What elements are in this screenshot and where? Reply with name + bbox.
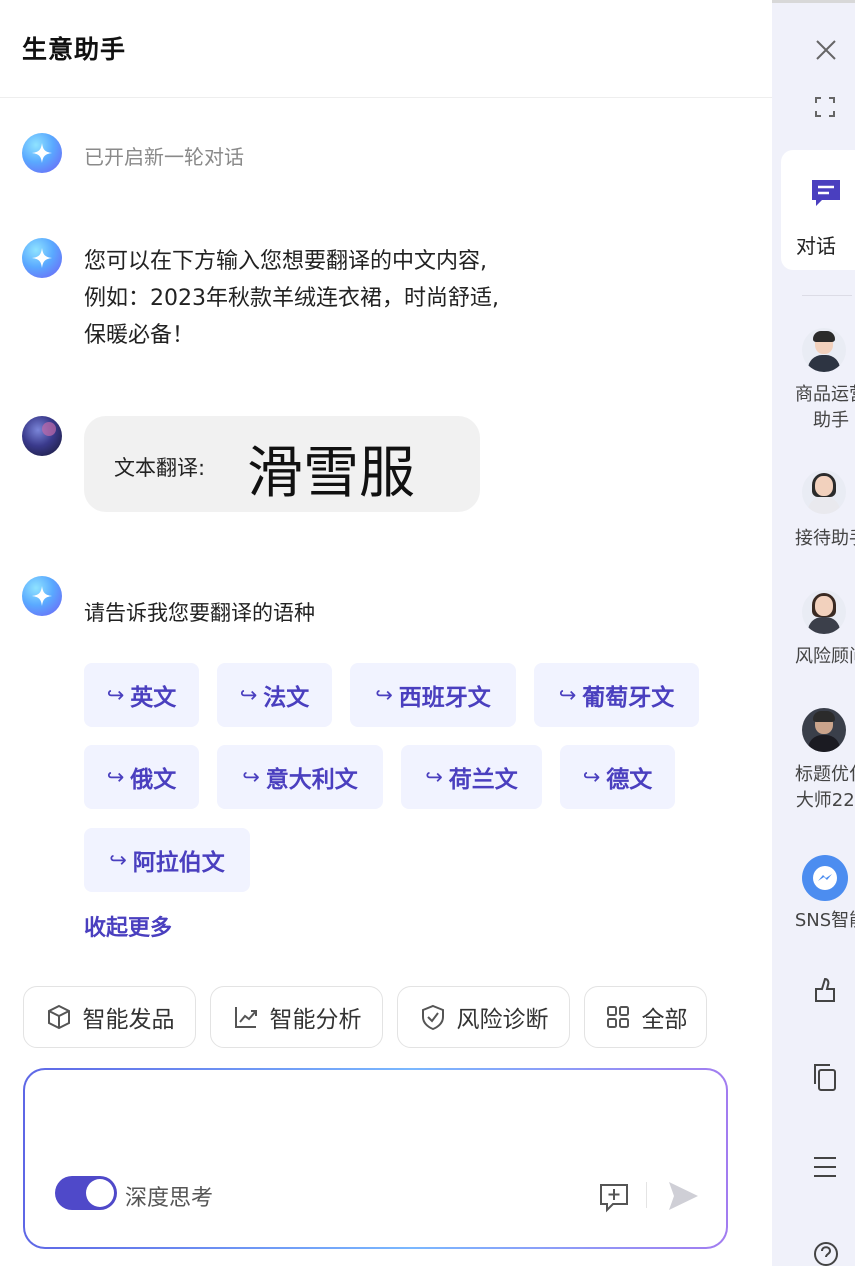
language-option-english[interactable]: ↪ 英文: [84, 663, 199, 727]
right-sidebar: 对话 商品运营 助手 接待助手 风险顾问 标题优化 大师222 SNS智能: [772, 0, 855, 1266]
chart-trend-icon: [234, 1007, 257, 1028]
deep-think-label: 深度思考: [125, 1186, 214, 1211]
reply-arrow-icon: ↪: [558, 683, 577, 707]
deep-think-toggle[interactable]: [55, 1176, 117, 1210]
message-input-box[interactable]: 深度思考: [23, 1068, 728, 1249]
agent-avatar-risk-advisor[interactable]: [802, 590, 846, 634]
header: 生意助手: [0, 0, 772, 98]
divider: [772, 0, 855, 3]
agent-label-line: SNS智能: [794, 910, 855, 931]
agent-label-line: 标题优化: [795, 764, 855, 785]
language-option-label: 意大利文: [265, 767, 358, 793]
assistant-message: 您可以在下方输入您想要翻译的中文内容, 例如：2023年秋款羊绒连衣裙，时尚舒适…: [84, 243, 644, 354]
sparkle-icon: [32, 586, 52, 606]
sparkle-icon: [32, 248, 52, 268]
agent-label[interactable]: SNS智能: [786, 908, 855, 934]
agent-label-line: 接待助手: [795, 528, 855, 549]
toggle-knob: [86, 1179, 114, 1207]
language-option-russian[interactable]: ↪ 俄文: [84, 745, 199, 809]
language-option-label: 西班牙文: [398, 685, 491, 711]
sparkle-icon: [32, 143, 52, 163]
language-option-arabic[interactable]: ↪ 阿拉伯文: [84, 828, 250, 892]
grid-icon: [606, 1006, 629, 1028]
cube-icon: [47, 1004, 70, 1030]
agent-label[interactable]: 风险顾问: [786, 644, 855, 670]
agent-label-line: 大师222: [795, 790, 855, 811]
language-option-label: 德文: [606, 767, 653, 793]
assistant-avatar: [22, 133, 62, 173]
reply-arrow-icon: ↪: [106, 765, 125, 789]
language-option-label: 法文: [263, 685, 310, 711]
agent-avatar-product-ops[interactable]: [802, 328, 846, 372]
agent-avatar-reception[interactable]: [802, 470, 846, 514]
reply-arrow-icon: ↪: [106, 683, 125, 707]
language-option-italian[interactable]: ↪ 意大利文: [217, 745, 383, 809]
reply-arrow-icon: ↪: [239, 683, 258, 707]
reply-arrow-icon: ↪: [375, 683, 393, 707]
fullscreen-icon[interactable]: [814, 96, 836, 118]
assistant-avatar: [22, 576, 62, 616]
copy-icon[interactable]: [812, 1062, 838, 1092]
language-option-label: 阿拉伯文: [132, 850, 225, 876]
page-title: 生意助手: [22, 35, 127, 64]
sns-agent-avatar[interactable]: [802, 855, 848, 901]
action-label: 智能分析: [269, 1007, 362, 1033]
message-line: 您可以在下方输入您想要翻译的中文内容,: [84, 249, 487, 274]
menu-list-icon[interactable]: [812, 1155, 838, 1179]
assistant-avatar: [22, 238, 62, 278]
user-message-label: 文本翻译:: [114, 456, 206, 480]
action-label: 智能发品: [82, 1007, 175, 1033]
share-icon[interactable]: [810, 975, 840, 1005]
reply-arrow-icon: ↪: [242, 765, 260, 789]
agent-label[interactable]: 标题优化 大师222: [786, 762, 855, 814]
shield-check-icon: [421, 1004, 444, 1031]
collapse-more-link[interactable]: 收起更多: [84, 910, 172, 942]
help-icon[interactable]: [812, 1240, 840, 1266]
add-attachment-icon[interactable]: [597, 1180, 631, 1214]
language-option-label: 英文: [130, 685, 177, 711]
reply-arrow-icon: ↪: [582, 765, 601, 789]
language-option-spanish[interactable]: ↪ 西班牙文: [350, 663, 516, 727]
agent-avatar-title-master[interactable]: [802, 708, 846, 752]
user-avatar: [22, 416, 62, 456]
language-option-portuguese[interactable]: ↪ 葡萄牙文: [534, 663, 699, 727]
chat-panel: 生意助手 已开启新一轮对话 您可以在下方输入您想要翻译的中文内容, 例如：202…: [0, 0, 772, 1266]
smart-listing-button[interactable]: 智能发品: [23, 986, 196, 1048]
language-option-german[interactable]: ↪ 德文: [560, 745, 675, 809]
close-icon[interactable]: [814, 38, 838, 62]
reply-arrow-icon: ↪: [109, 848, 127, 872]
agent-label[interactable]: 接待助手: [786, 526, 855, 552]
reply-arrow-icon: ↪: [425, 765, 443, 789]
all-actions-button[interactable]: 全部: [584, 986, 707, 1048]
divider: [646, 1182, 647, 1208]
language-option-label: 俄文: [130, 767, 177, 793]
assistant-message: 请告诉我您要翻译的语种: [84, 601, 315, 625]
tab-chat-label: 对话: [796, 234, 836, 258]
action-label: 全部: [641, 1007, 688, 1033]
user-message-bubble: 文本翻译: 滑雪服: [84, 416, 480, 512]
smart-analysis-button[interactable]: 智能分析: [210, 986, 383, 1048]
language-option-french[interactable]: ↪ 法文: [217, 663, 332, 727]
language-option-label: 荷兰文: [448, 767, 518, 793]
agent-label-line: 商品运营: [795, 384, 855, 405]
agent-label[interactable]: 商品运营 助手: [786, 382, 855, 434]
language-option-label: 葡萄牙文: [582, 685, 675, 711]
agent-label-line: 助手: [813, 410, 849, 431]
agent-label-line: 风险顾问: [795, 646, 855, 667]
user-message-value: 滑雪服: [247, 441, 415, 506]
message-line: 例如：2023年秋款羊绒连衣裙，时尚舒适,: [84, 286, 499, 311]
risk-diagnosis-button[interactable]: 风险诊断: [397, 986, 570, 1048]
message-line: 保暖必备！: [84, 323, 195, 348]
messenger-icon: [813, 866, 837, 890]
action-label: 风险诊断: [456, 1007, 549, 1033]
send-icon[interactable]: [665, 1178, 701, 1214]
language-option-dutch[interactable]: ↪ 荷兰文: [401, 745, 542, 809]
chat-icon: [812, 180, 840, 206]
system-message: 已开启新一轮对话: [84, 145, 244, 169]
divider: [802, 295, 852, 296]
